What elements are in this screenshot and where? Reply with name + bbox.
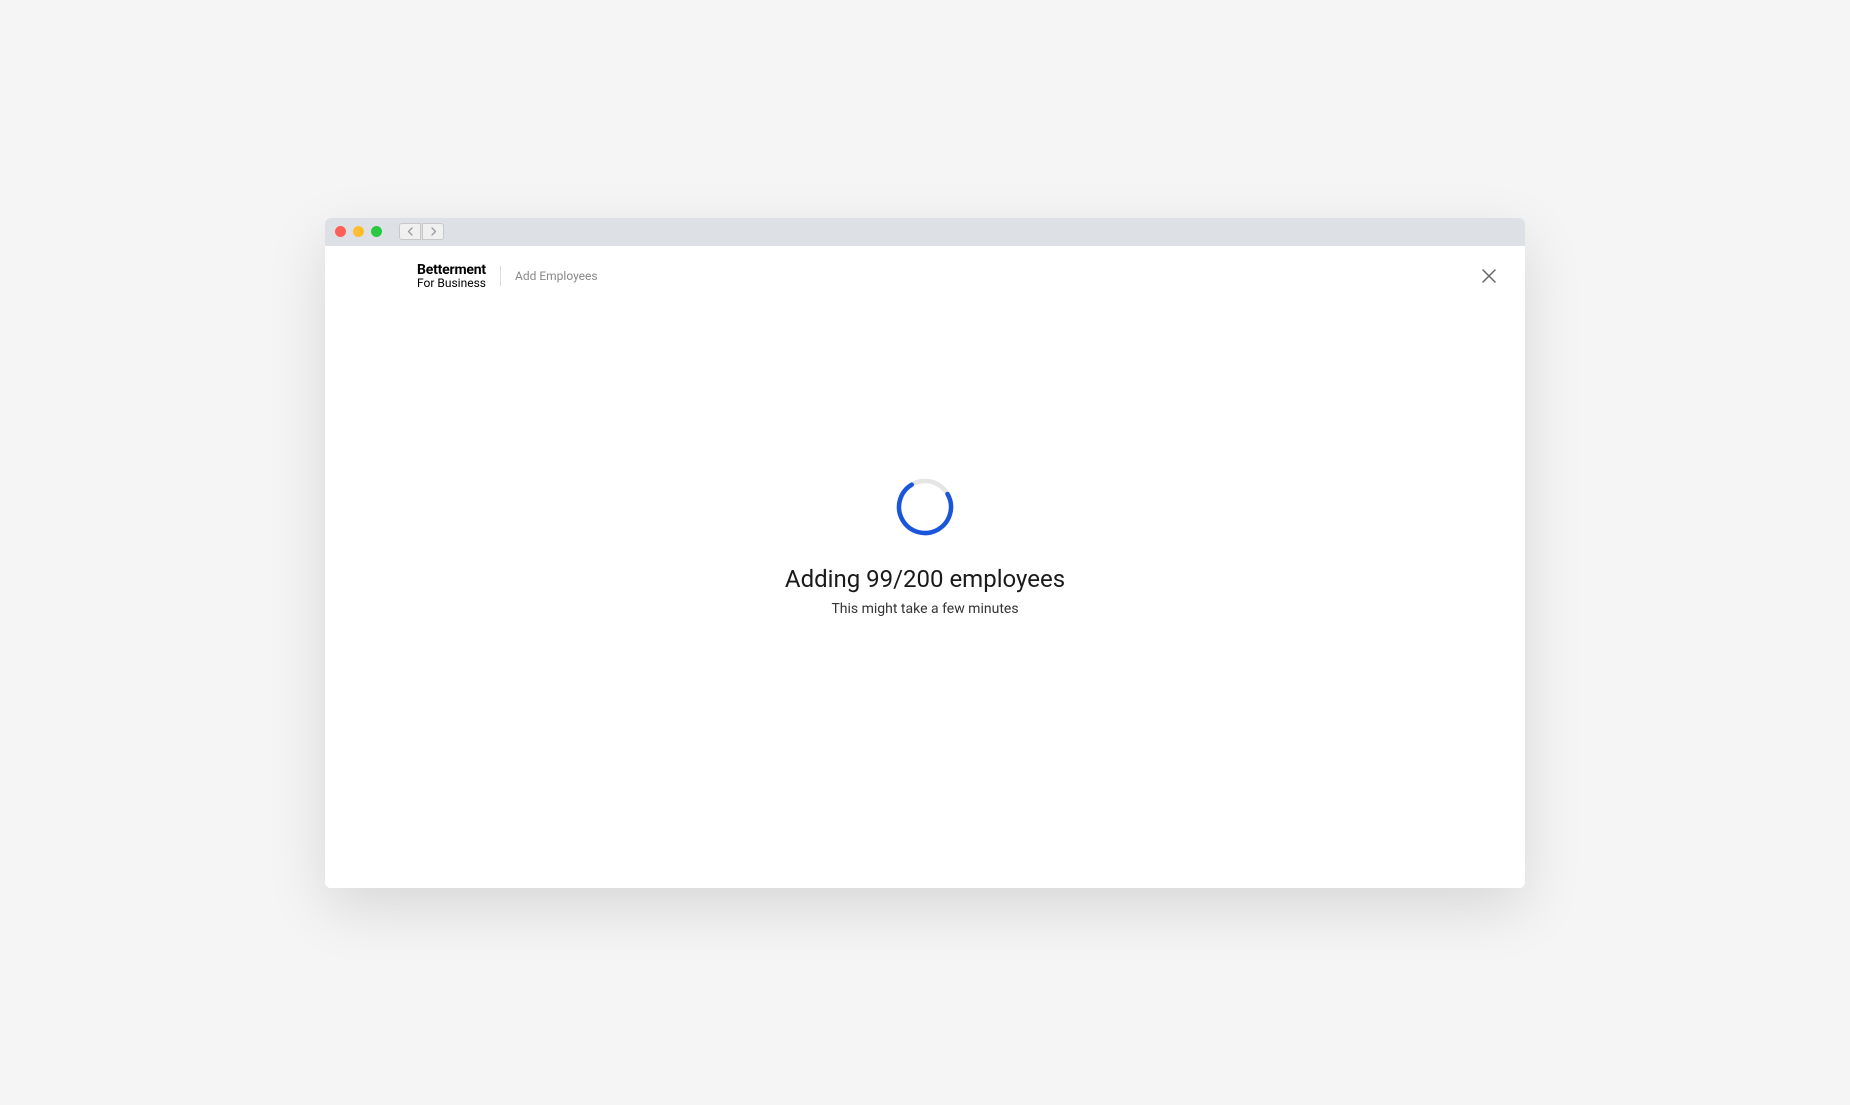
window-minimize-button[interactable]: [353, 226, 364, 237]
progress-title: Adding 99/200 employees: [785, 565, 1065, 593]
browser-nav-buttons: [399, 223, 444, 240]
window-maximize-button[interactable]: [371, 226, 382, 237]
browser-back-button[interactable]: [399, 223, 421, 240]
chevron-left-icon: [407, 227, 414, 236]
main-content: Adding 99/200 employees This might take …: [325, 306, 1525, 888]
close-button[interactable]: [1477, 264, 1501, 288]
breadcrumb: Add Employees: [515, 269, 598, 283]
app-header: Betterment For Business Add Employees: [325, 246, 1525, 306]
progress-subtitle: This might take a few minutes: [831, 601, 1018, 617]
browser-chrome: [325, 218, 1525, 246]
browser-window: Betterment For Business Add Employees Ad…: [325, 218, 1525, 888]
header-divider: [500, 266, 501, 286]
brand-logo: Betterment For Business: [349, 262, 486, 290]
logo-sub-text: For Business: [417, 276, 486, 290]
browser-forward-button[interactable]: [422, 223, 444, 240]
close-icon: [1482, 269, 1496, 283]
loading-spinner-icon: [895, 477, 955, 537]
chevron-right-icon: [430, 227, 437, 236]
window-controls: [335, 226, 382, 237]
window-close-button[interactable]: [335, 226, 346, 237]
app-content: Betterment For Business Add Employees Ad…: [325, 246, 1525, 888]
